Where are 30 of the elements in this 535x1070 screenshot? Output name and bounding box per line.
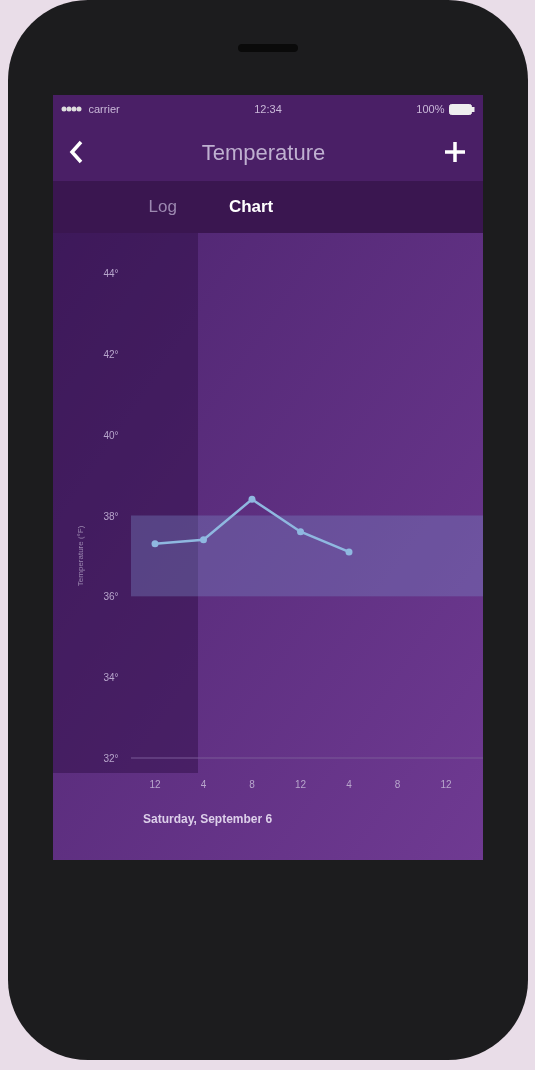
tab[interactable]: Log	[142, 190, 183, 224]
x-tick-label: 8	[394, 779, 400, 790]
y-tick-label: 40°	[102, 429, 119, 441]
back-icon[interactable]	[68, 140, 83, 164]
axis-label: Temperature (°F)	[75, 525, 85, 587]
status-time: 12:34	[254, 101, 282, 117]
y-tick-label: 36°	[102, 591, 119, 603]
battery-icon	[448, 103, 475, 115]
y-tick-label: 32°	[102, 753, 119, 764]
x-tick-label: 12	[148, 779, 161, 790]
battery-percent: 100%	[416, 101, 445, 117]
carrier-name: carrier	[88, 101, 120, 117]
y-tick-label: 34°	[102, 672, 119, 684]
x-tick-label: 8	[248, 779, 255, 790]
y-tick-label: 38°	[102, 510, 119, 522]
data-point	[296, 528, 304, 536]
data-point	[345, 548, 352, 556]
date-label: Saturday, September 6	[142, 812, 272, 826]
x-tick-label: 12	[294, 779, 306, 790]
y-tick-label: 44°	[102, 268, 119, 279]
x-tick-label: 4	[345, 779, 352, 790]
data-point	[199, 536, 207, 544]
x-tick-label: 4	[200, 779, 206, 790]
x-tick-label: 12	[439, 779, 452, 790]
screen-title: Temperature	[201, 138, 326, 167]
data-point	[151, 540, 158, 548]
tab[interactable]: Chart	[222, 190, 280, 224]
data-point	[248, 495, 255, 503]
add-icon[interactable]	[444, 141, 467, 163]
y-tick-label: 42°	[102, 348, 119, 360]
